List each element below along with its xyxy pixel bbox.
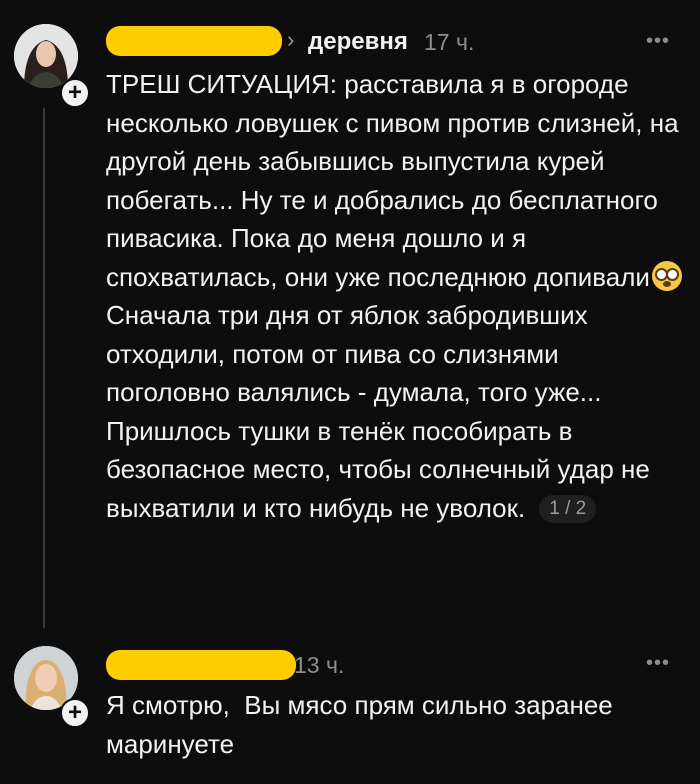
comment-text-part-2: Сначала три дня от яблок забродивших отх… xyxy=(106,300,650,523)
more-options-icon[interactable]: ••• xyxy=(646,652,670,675)
comment-time: 17 ч. xyxy=(424,29,475,55)
comment-text: Я смотрю, Вы мясо прям сильно заранее ма… xyxy=(106,690,621,759)
comment-text: ТРЕШ СИТУАЦИЯ: расставила я в огороде не… xyxy=(106,65,684,527)
image-pager-badge[interactable]: 1 / 2 xyxy=(539,494,597,523)
flushed-face-icon xyxy=(651,260,682,291)
group-link[interactable]: деревня xyxy=(308,28,408,56)
comment-time: 13 ч. xyxy=(294,652,345,678)
subscribe-plus-button[interactable]: + xyxy=(60,698,90,728)
redacted-username xyxy=(106,650,296,680)
comment-1: + › деревня 17 ч. ••• ТРЕШ СИТУАЦИЯ: рас… xyxy=(0,0,700,640)
comment-2: + 13 ч. ••• Я смотрю, Вы мясо прям сильн… xyxy=(0,640,700,784)
redacted-username xyxy=(106,26,282,56)
comment-text-part-1: ТРЕШ СИТУАЦИЯ: расставила я в огороде не… xyxy=(106,69,679,292)
more-options-icon[interactable]: ••• xyxy=(646,30,670,53)
thread-line[interactable] xyxy=(43,108,45,628)
subscribe-plus-button[interactable]: + xyxy=(60,78,90,108)
chevron-right-icon: › xyxy=(287,27,295,52)
